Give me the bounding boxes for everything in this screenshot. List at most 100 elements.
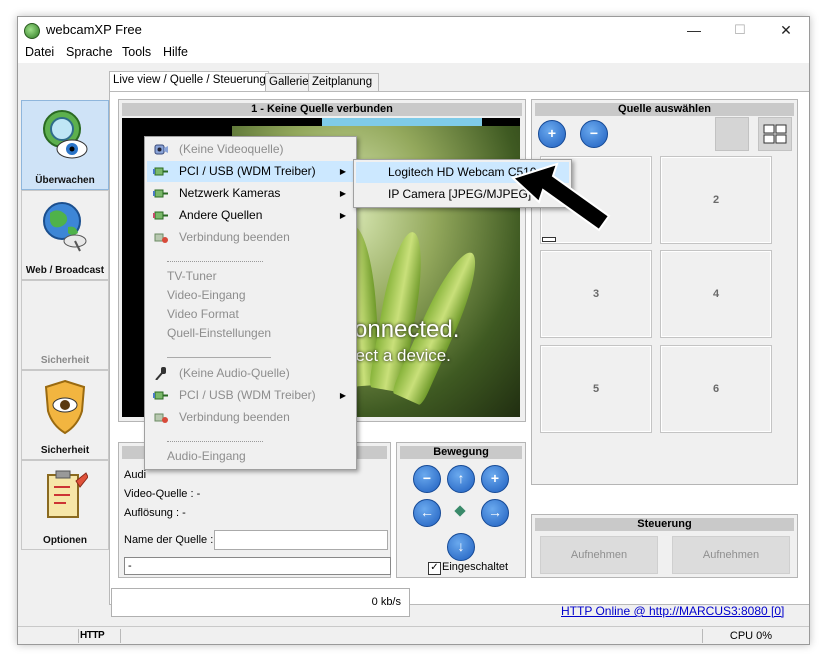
toolbar-label: Web / Broadcast [25,265,105,276]
cpu-usage: CPU 0% [729,630,773,642]
grid-view-button[interactable] [758,117,792,151]
submenu-arrow-icon: ▶ [339,391,346,400]
menu-separator [167,441,263,442]
toolbar-security-disabled-button[interactable]: Sicherheit [21,280,109,370]
source-slot-6[interactable]: 6 [660,345,772,433]
menu-separator [167,261,263,262]
toolbar-label: Sicherheit [40,355,90,366]
single-view-button[interactable] [715,117,749,151]
source-path-field[interactable]: - [124,557,391,575]
menu-bar: Datei Sprache Tools Hilfe [18,43,809,63]
source-context-menu: (Keine Videoquelle) PCI / USB (WDM Treib… [144,136,357,470]
menu-item-disconnect-video[interactable]: Verbindung beenden [147,227,354,248]
menu-item-video-format[interactable]: Video Format [147,304,354,325]
usb-plug-icon [153,167,168,176]
options-clipboard-icon [47,470,88,518]
grid-icon [763,124,787,144]
menu-hilfe[interactable]: Hilfe [163,45,188,59]
menu-datei[interactable]: Datei [25,45,54,59]
toolbar-monitor-button[interactable]: Überwachen [21,100,109,190]
menu-item-audio-input[interactable]: Audio-Eingang [147,446,354,467]
plus-icon: + [547,125,557,141]
move-up-button[interactable]: ↑ [447,465,475,493]
submenu-arrow-icon: ▶ [339,189,346,198]
zoom-in-button[interactable]: + [481,465,509,493]
movement-panel: Bewegung − ↑ + ← → ↓ ✓ Eingeschaltet [396,442,526,578]
arrow-left-icon: ← [420,504,434,520]
toolbar-label: Sicherheit [40,445,90,456]
arrow-down-icon: ↓ [457,538,465,554]
bandwidth-display: 0 kb/s [111,588,410,617]
audio-label: Audi [124,469,147,481]
menu-item-source-settings[interactable]: Quell-Einstellungen [147,323,354,344]
tab-gallery[interactable]: Gallerie [265,73,312,91]
video-source-label: Video-Quelle : - [124,488,201,500]
status-bar: HTTP CPU 0% [18,626,809,644]
move-down-button[interactable]: ↓ [447,533,475,561]
toolbar-security-button[interactable]: Sicherheit [21,370,109,460]
menu-item-pci-usb-audio[interactable]: PCI / USB (WDM Treiber) ▶ [147,385,354,406]
remove-source-button[interactable]: − [580,120,608,148]
minimize-button[interactable]: — [671,17,717,43]
record-button-1[interactable]: Aufnehmen [540,536,658,574]
source-slot-2[interactable]: 2 [660,156,772,244]
monitor-eye-icon [43,110,88,159]
menu-item-no-video-source[interactable]: (Keine Videoquelle) [147,139,354,160]
title-bar: webcamXP Free — ☐ ✕ [18,17,809,43]
close-button[interactable]: ✕ [763,17,809,43]
bandwidth-value: 0 kb/s [371,596,401,608]
move-right-button[interactable]: → [481,499,509,527]
center-button[interactable] [454,505,466,517]
submenu-arrow-icon: ▶ [339,167,346,176]
enabled-checkbox[interactable]: ✓ [428,562,441,575]
submenu-arrow-icon: ▶ [339,211,346,220]
app-window: webcamXP Free — ☐ ✕ Datei Sprache Tools … [17,16,810,645]
plug-icon [153,211,168,220]
source-slot-4[interactable]: 4 [660,250,772,338]
zoom-out-button[interactable]: − [413,465,441,493]
tab-schedule[interactable]: Zeitplanung [308,73,379,91]
menu-item-disconnect-audio[interactable]: Verbindung beenden [147,407,354,428]
menu-item-tv-tuner[interactable]: TV-Tuner [147,266,354,287]
app-logo-icon [24,23,40,39]
disconnected-text: connected. [342,316,460,343]
source-slot-5[interactable]: 5 [540,345,652,433]
tab-live-view[interactable]: Live view / Quelle / Steuerung [109,71,269,92]
http-indicator: HTTP [80,629,121,643]
menu-item-video-input[interactable]: Video-Eingang [147,285,354,306]
disconnect-icon [154,233,168,243]
shield-eye-icon [44,379,86,435]
usb-plug-icon [153,391,168,400]
microphone-icon [155,367,166,380]
toolbar-web-broadcast-button[interactable]: Web / Broadcast [21,190,109,280]
menu-item-pci-usb-video[interactable]: PCI / USB (WDM Treiber) ▶ [147,161,354,182]
video-panel-title: 1 - Keine Quelle verbunden [122,103,522,116]
zoom-out-icon: − [422,470,432,486]
status-cell [18,629,79,643]
globe-satellite-icon [43,202,87,252]
control-panel-title: Steuerung [535,518,794,531]
record-button-2[interactable]: Aufnehmen [672,536,790,574]
move-left-button[interactable]: ← [413,499,441,527]
source-name-input[interactable] [214,530,388,550]
arrow-right-icon: → [488,504,502,520]
add-source-button[interactable]: + [538,120,566,148]
arrow-up-icon: ↑ [457,470,465,486]
maximize-button[interactable]: ☐ [717,17,763,43]
control-panel: Steuerung Aufnehmen Aufnehmen [531,514,798,578]
menu-separator [167,357,271,358]
network-plug-icon [153,189,168,198]
connect-device-text: nect a device. [346,346,451,365]
zoom-in-icon: + [490,470,500,486]
source-name-label: Name der Quelle : [124,534,214,546]
minus-icon: − [589,125,599,141]
menu-item-network-cameras[interactable]: Netzwerk Kameras ▶ [147,183,354,204]
menu-item-other-sources[interactable]: Andere Quellen ▶ [147,205,354,226]
menu-sprache[interactable]: Sprache [66,45,113,59]
menu-item-no-audio-source[interactable]: (Keine Audio-Quelle) [147,363,354,384]
toolbar-options-button[interactable]: Optionen [21,460,109,550]
webcam-icon [154,144,168,155]
source-slot-3[interactable]: 3 [540,250,652,338]
menu-tools[interactable]: Tools [122,45,151,59]
http-status-link[interactable]: HTTP Online @ http://MARCUS3:8080 [0] [561,604,784,618]
